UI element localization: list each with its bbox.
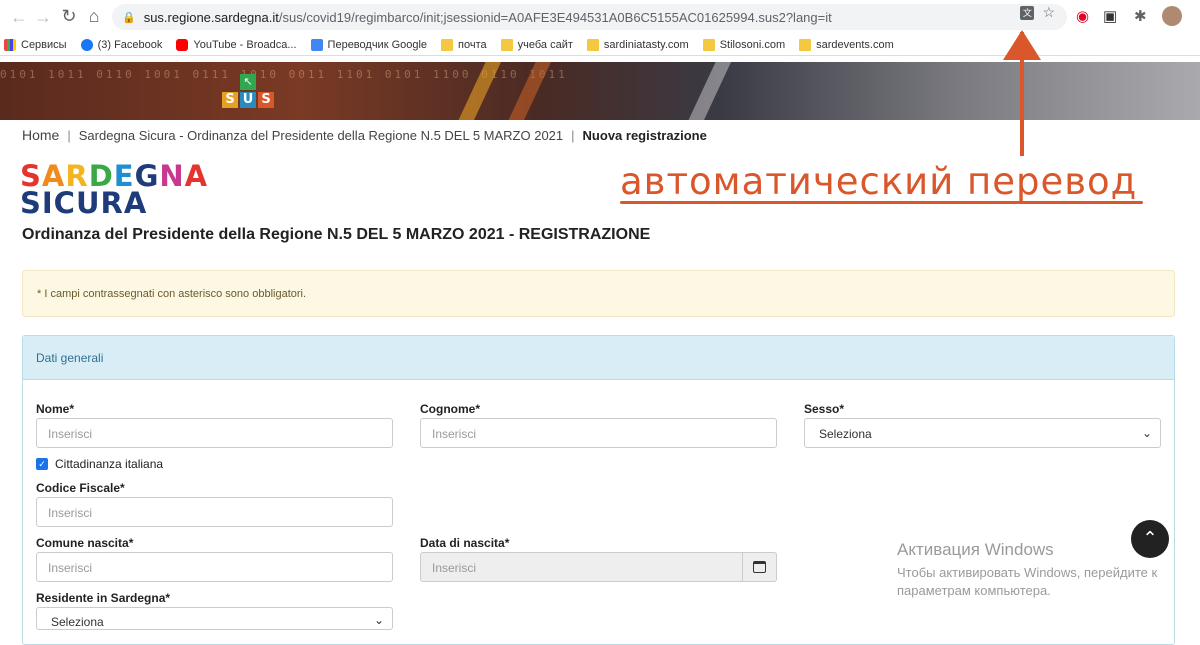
sus-letter: S [222,92,238,108]
google-translate-icon [310,38,323,51]
required-fields-alert: * I campi contrassegnati con asterisco s… [22,270,1175,317]
youtube-icon [176,38,189,51]
chevron-down-icon: ⌄ [1141,426,1152,440]
logo-line2: SICURA [20,186,148,220]
url-path: /sus/covid19/regimbarco/init;jsessionid=… [278,9,832,25]
cittadinanza-checkbox[interactable]: ✓ [36,458,48,470]
star-bookmark-icon[interactable]: ☆ [1042,4,1055,21]
back-arrow-icon[interactable]: ← [6,7,32,28]
annotation-text: автоматический перевод [620,160,1138,203]
bookmark-label: sardevents.com [816,38,894,51]
sus-letter: S [258,92,274,108]
annotation-arrow-head [1003,30,1041,60]
bookmark-label: Stilosoni.com [719,38,786,51]
sus-letter: U [240,92,256,108]
cittadinanza-label: Cittadinanza italiana [55,457,164,471]
bookmark-facebook[interactable]: (3) Facebook [80,38,163,51]
panel-title: Dati generali [23,336,1174,380]
watermark-line1: Чтобы активировать Windows, перейдите к [897,565,1158,580]
bookmark-youtube[interactable]: YouTube - Broadca... [176,38,297,51]
breadcrumb-separator: | [67,127,71,143]
cursor-arrow-icon: ↖ [240,74,256,90]
apps-grid-icon [4,38,16,51]
lock-icon: 🔒 [122,11,136,24]
bookmark-ucheba[interactable]: учеба сайт [500,38,573,51]
watermark-title: Активация Windows [897,540,1054,559]
url-host: sus.regione.sardegna.it [143,9,279,25]
data-nascita-input[interactable]: Inserisci [420,552,743,582]
nome-label: Nome* [36,402,75,416]
comune-nascita-input[interactable]: Inserisci [36,552,393,582]
bookmark-label: (3) Facebook [97,38,163,51]
extensions-puzzle-icon[interactable]: ✱ [1134,7,1147,25]
sesso-select-value: Seleziona [819,427,872,441]
breadcrumb-current: Nuova registrazione [582,127,707,143]
sesso-select[interactable]: Seleziona ⌄ [804,418,1161,448]
browser-toolbar: ← → ↻ ⌂ 🔒 sus.regione.sardegna.it/sus/co… [0,0,1200,34]
codice-fiscale-input[interactable]: Inserisci [36,497,393,527]
banner-stripe [681,62,733,120]
breadcrumb: Home | Sardegna Sicura - Ordinanza del P… [22,127,707,143]
bookmark-sardevents[interactable]: sardevents.com [799,38,894,51]
url-bar[interactable]: 🔒 sus.regione.sardegna.it/sus/covid19/re… [112,4,1067,30]
translate-icon[interactable]: 文 [1020,5,1035,20]
bookmark-label: Сервисы [21,38,67,51]
comune-nascita-label: Comune nascita* [36,536,134,550]
codice-fiscale-label: Codice Fiscale* [36,481,125,495]
data-nascita-label: Data di nascita* [420,536,510,550]
facebook-icon [80,38,93,51]
nome-input[interactable]: Inserisci [36,418,393,448]
bookmark-label: sardiniatasty.com [603,38,689,51]
folder-icon [586,38,599,51]
bookmark-label: YouTube - Broadca... [193,38,297,51]
folder-icon [702,38,715,51]
breadcrumb-parent[interactable]: Sardegna Sicura - Ordinanza del Presiden… [79,128,563,143]
folder-icon [500,38,513,51]
bookmark-google-translate[interactable]: Переводчик Google [310,38,428,51]
bookmark-pochta[interactable]: почта [441,38,487,51]
breadcrumb-home[interactable]: Home [22,127,59,143]
cognome-label: Cognome* [420,402,480,416]
bookmark-sardiniatasty[interactable]: sardiniatasty.com [586,38,689,51]
sesso-label: Sesso* [804,402,845,416]
calendar-icon [753,561,766,573]
breadcrumb-separator: | [571,127,575,143]
bookmark-label: почта [458,38,487,51]
watermark-line2: параметрам компьютера. [897,583,1051,598]
reload-icon[interactable]: ↻ [56,6,82,27]
folder-icon [799,38,812,51]
windows-activation-watermark: Активация Windows Чтобы активировать Win… [897,540,1157,600]
residente-select-value: Seleziona [51,615,104,629]
calendar-button[interactable] [743,552,777,582]
annotation-underline [620,201,1143,204]
cognome-input[interactable]: Inserisci [420,418,777,448]
bookmark-label: Переводчик Google [327,38,428,51]
residente-label: Residente in Sardegna* [36,591,171,605]
profile-avatar[interactable] [1162,6,1182,26]
bookmark-label: учеба сайт [517,38,573,51]
bookmark-stilosoni[interactable]: Stilosoni.com [702,38,786,51]
screenshot-extension-icon[interactable]: ▣ [1103,7,1117,25]
forward-arrow-icon[interactable]: → [30,7,56,28]
sardegna-sicura-logo: SARDEGNA SICURA [20,162,208,220]
chevron-down-icon: ⌄ [373,613,384,627]
pinterest-icon[interactable]: ◉ [1076,7,1089,25]
page-title: Ordinanza del Presidente della Regione N… [22,226,651,243]
bookmark-apps[interactable]: Сервисы [4,38,67,51]
folder-icon [441,38,454,51]
residente-select[interactable]: Seleziona ⌄ [36,607,393,630]
home-icon[interactable]: ⌂ [81,6,107,27]
sus-logo[interactable]: ↖ S U S [222,74,274,108]
